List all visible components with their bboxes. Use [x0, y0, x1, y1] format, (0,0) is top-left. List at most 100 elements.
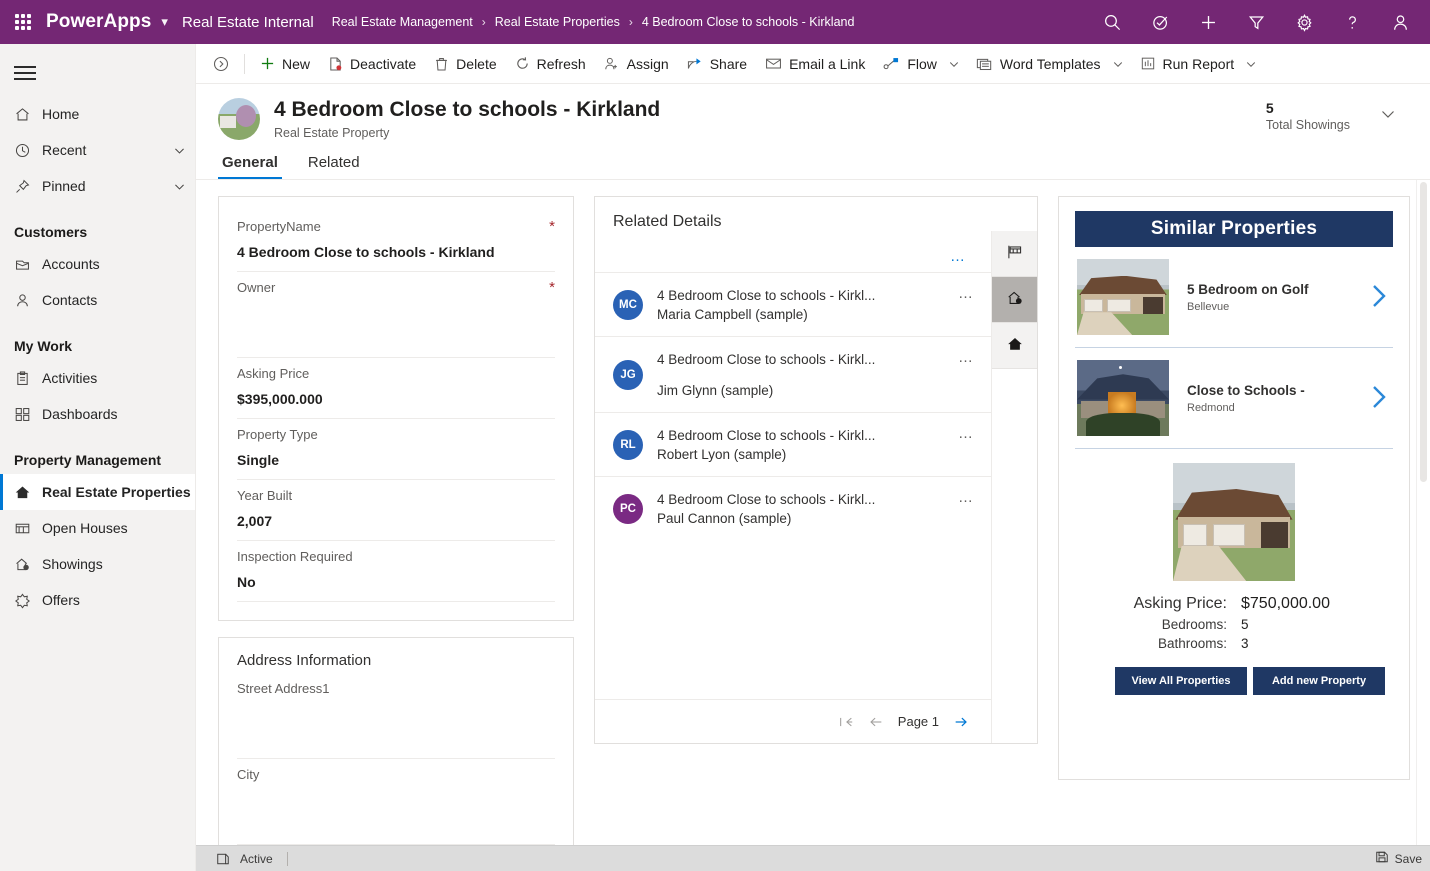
tab-general[interactable]: General	[218, 154, 282, 179]
field-value[interactable]	[237, 305, 555, 347]
field-label: Owner	[237, 280, 276, 295]
add-new-property-button[interactable]: Add new Property	[1253, 667, 1385, 695]
field-inspection-required[interactable]: Inspection Required No	[237, 541, 555, 602]
trash-icon	[434, 56, 449, 72]
sidebar-item-offers[interactable]: Offers	[0, 582, 195, 618]
deactivate-button[interactable]: Deactivate	[319, 44, 425, 83]
flow-chevron-down-icon[interactable]	[946, 58, 967, 70]
expand-command-bar-icon[interactable]	[204, 55, 238, 73]
page-scrollbar[interactable]	[1416, 180, 1430, 871]
quick-create-icon[interactable]	[1184, 0, 1232, 44]
view-all-properties-button[interactable]: View All Properties	[1115, 667, 1247, 695]
vertical-tab-open-houses[interactable]	[992, 231, 1037, 277]
word-templates-button[interactable]: Word Templates	[967, 44, 1110, 83]
list-item[interactable]: RL 4 Bedroom Close to schools - Kirkl...…	[595, 412, 991, 476]
header-chevron-down-icon[interactable]	[1350, 100, 1408, 125]
next-page-icon[interactable]	[953, 715, 969, 729]
list-item[interactable]: JG 4 Bedroom Close to schools - Kirkl...…	[595, 336, 991, 412]
similar-properties-title: Similar Properties	[1075, 211, 1393, 247]
sidebar-item-real-estate-properties[interactable]: Real Estate Properties	[0, 474, 195, 510]
sidebar-item-activities[interactable]: Activities	[0, 360, 195, 396]
brand-chevron-down-icon[interactable]: ▾	[157, 14, 182, 30]
vertical-tab-showings[interactable]	[992, 277, 1037, 323]
page-title: 4 Bedroom Close to schools - Kirkland	[274, 98, 661, 121]
user-icon[interactable]	[1376, 0, 1424, 44]
stat-value: 3	[1241, 636, 1249, 651]
first-page-icon[interactable]	[838, 715, 854, 729]
chevron-right-icon[interactable]	[1359, 382, 1391, 415]
diagnostics-icon[interactable]	[1136, 0, 1184, 44]
sidebar-item-open-houses[interactable]: Open Houses	[0, 510, 195, 546]
field-value[interactable]	[237, 792, 555, 834]
breadcrumb-item-1[interactable]: Real Estate Properties	[495, 15, 620, 29]
page-scrollbar-thumb[interactable]	[1420, 182, 1427, 482]
field-label: City	[237, 767, 260, 782]
field-value[interactable]: No	[237, 574, 555, 591]
sidebar-item-home[interactable]: Home	[0, 96, 195, 132]
chevron-down-icon[interactable]	[163, 144, 195, 157]
sidebar-item-recent[interactable]: Recent	[0, 132, 195, 168]
flow-button[interactable]: Flow	[874, 44, 946, 83]
field-value[interactable]: 4 Bedroom Close to schools - Kirkland	[237, 244, 555, 261]
list-item-overflow-icon[interactable]: …	[948, 425, 975, 442]
help-icon[interactable]	[1328, 0, 1376, 44]
run-report-chevron-down-icon[interactable]	[1243, 58, 1264, 70]
list-item[interactable]: MC 4 Bedroom Close to schools - Kirkl...…	[595, 272, 991, 336]
list-item-overflow-icon[interactable]: …	[948, 349, 975, 366]
sidebar-item-accounts[interactable]: Accounts	[0, 246, 195, 282]
similar-property-row[interactable]: Close to Schools - Redmond	[1075, 348, 1393, 449]
chevron-right-icon[interactable]	[1359, 281, 1391, 314]
sidebar-item-pinned[interactable]: Pinned	[0, 168, 195, 204]
offers-icon	[14, 592, 42, 609]
email-a-link-button[interactable]: Email a Link	[756, 44, 874, 83]
field-street-address1[interactable]: Street Address1	[237, 673, 555, 759]
app-name-label[interactable]: Real Estate Internal	[182, 14, 332, 31]
sidebar-navigation: Home Recent Pinned Customers Accounts Co…	[0, 44, 196, 871]
field-value[interactable]: $395,000.000	[237, 391, 555, 408]
filter-icon[interactable]	[1232, 0, 1280, 44]
list-overflow-icon[interactable]: …	[950, 249, 967, 264]
assign-button[interactable]: Assign	[595, 44, 678, 83]
field-value[interactable]: Single	[237, 452, 555, 469]
list-item[interactable]: PC 4 Bedroom Close to schools - Kirkl...…	[595, 476, 991, 540]
refresh-button[interactable]: Refresh	[506, 44, 595, 83]
sidebar-item-contacts[interactable]: Contacts	[0, 282, 195, 318]
sidebar-item-showings[interactable]: Showings	[0, 546, 195, 582]
field-owner[interactable]: Owner *	[237, 272, 555, 358]
command-bar: New Deactivate Delete Refresh Assign Sha…	[196, 44, 1430, 84]
list-item-overflow-icon[interactable]: …	[948, 285, 975, 302]
similar-property-row[interactable]: 5 Bedroom on Golf Bellevue	[1075, 247, 1393, 348]
field-propertyname[interactable]: PropertyName 4 Bedroom Close to schools …	[237, 211, 555, 272]
sidebar-group-customers: Customers	[14, 224, 88, 240]
sidebar-item-dashboards[interactable]: Dashboards	[0, 396, 195, 432]
save-button[interactable]: Save	[1375, 850, 1424, 867]
field-property-type[interactable]: Property Type Single	[237, 419, 555, 480]
run-report-button-label: Run Report	[1162, 55, 1235, 72]
search-icon[interactable]	[1088, 0, 1136, 44]
previous-page-icon[interactable]	[868, 715, 884, 729]
field-value[interactable]: 2,007	[237, 513, 555, 530]
field-asking-price[interactable]: Asking Price $395,000.000	[237, 358, 555, 419]
total-showings-value: 5	[1265, 100, 1274, 116]
list-item-overflow-icon[interactable]: …	[948, 489, 975, 506]
new-button[interactable]: New	[251, 44, 319, 83]
app-launcher-icon[interactable]	[0, 14, 46, 30]
assign-icon	[604, 56, 620, 71]
flow-button-label: Flow	[907, 55, 937, 72]
tab-related[interactable]: Related	[304, 154, 364, 179]
breadcrumb-item-0[interactable]: Real Estate Management	[332, 15, 473, 29]
hamburger-menu-icon[interactable]	[0, 48, 195, 96]
vertical-tab-properties[interactable]	[992, 323, 1037, 369]
avatar: JG	[613, 359, 643, 390]
run-report-button[interactable]: Run Report	[1131, 44, 1244, 83]
word-templates-chevron-down-icon[interactable]	[1110, 58, 1131, 70]
chevron-down-icon[interactable]	[163, 180, 195, 193]
field-value[interactable]	[237, 706, 555, 748]
field-year-built[interactable]: Year Built 2,007	[237, 480, 555, 541]
share-button[interactable]: Share	[678, 44, 756, 83]
similar-properties-panel: Similar Properties 5 Bedroom on Golf Bel…	[1058, 196, 1410, 780]
new-button-label: New	[282, 55, 311, 72]
delete-button[interactable]: Delete	[425, 44, 505, 83]
settings-icon[interactable]	[1280, 0, 1328, 44]
field-city[interactable]: City	[237, 759, 555, 845]
